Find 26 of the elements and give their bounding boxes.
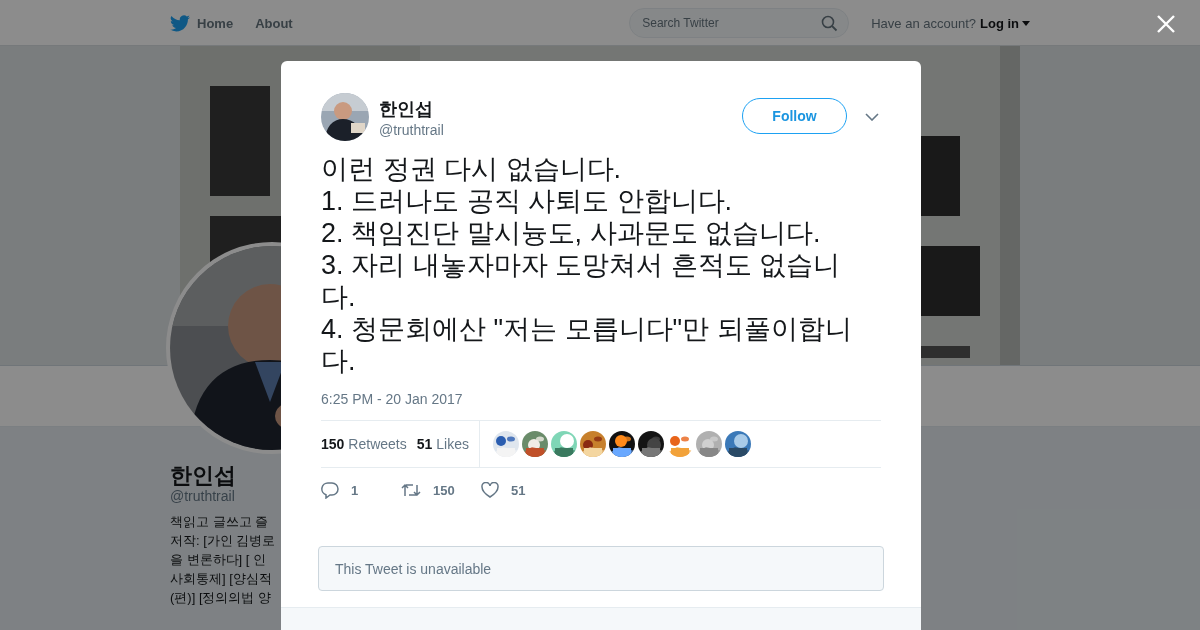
caret-icon xyxy=(1022,20,1030,26)
like-count: 51 xyxy=(511,482,526,498)
nav-link[interactable]: About xyxy=(255,15,293,31)
bird-icon xyxy=(170,14,190,32)
retweet-icon[interactable] xyxy=(401,482,421,498)
heart-icon[interactable] xyxy=(481,482,499,498)
profile-name: 한인섭 xyxy=(170,463,237,488)
home-link[interactable]: Home xyxy=(170,14,234,32)
bio-line: 을 변론하다] [ 인 xyxy=(170,551,268,569)
bio-line: 사회통제] [양심적 xyxy=(170,570,273,588)
reply-count: 1 xyxy=(351,482,359,498)
retweet-count: 150 xyxy=(433,482,455,498)
bio-line: 책읽고 글쓰고 즐 xyxy=(170,513,270,531)
account-prompt: Have an account? xyxy=(871,15,976,31)
profile-handle: @truthtrail xyxy=(170,488,236,504)
search-icon[interactable] xyxy=(821,15,839,32)
bio-line: (편)] [정의의법 양 xyxy=(170,589,273,607)
close-icon[interactable] xyxy=(1156,14,1176,34)
reply-icon[interactable] xyxy=(321,481,339,499)
unavailable-tweet-notice: This Tweet is unavailable xyxy=(318,546,884,591)
tweet-timestamp[interactable]: 6:25 PM - 20 Jan 2017 xyxy=(321,391,881,407)
bio-line: 저작: [가인 김병로 xyxy=(170,532,277,550)
stat-link[interactable]: 51 Likes xyxy=(416,436,469,452)
stat-link[interactable]: 150 Retweets xyxy=(321,436,407,452)
login-link[interactable]: Log in xyxy=(980,15,1030,31)
search-field[interactable]: Search Twitter xyxy=(629,8,850,38)
